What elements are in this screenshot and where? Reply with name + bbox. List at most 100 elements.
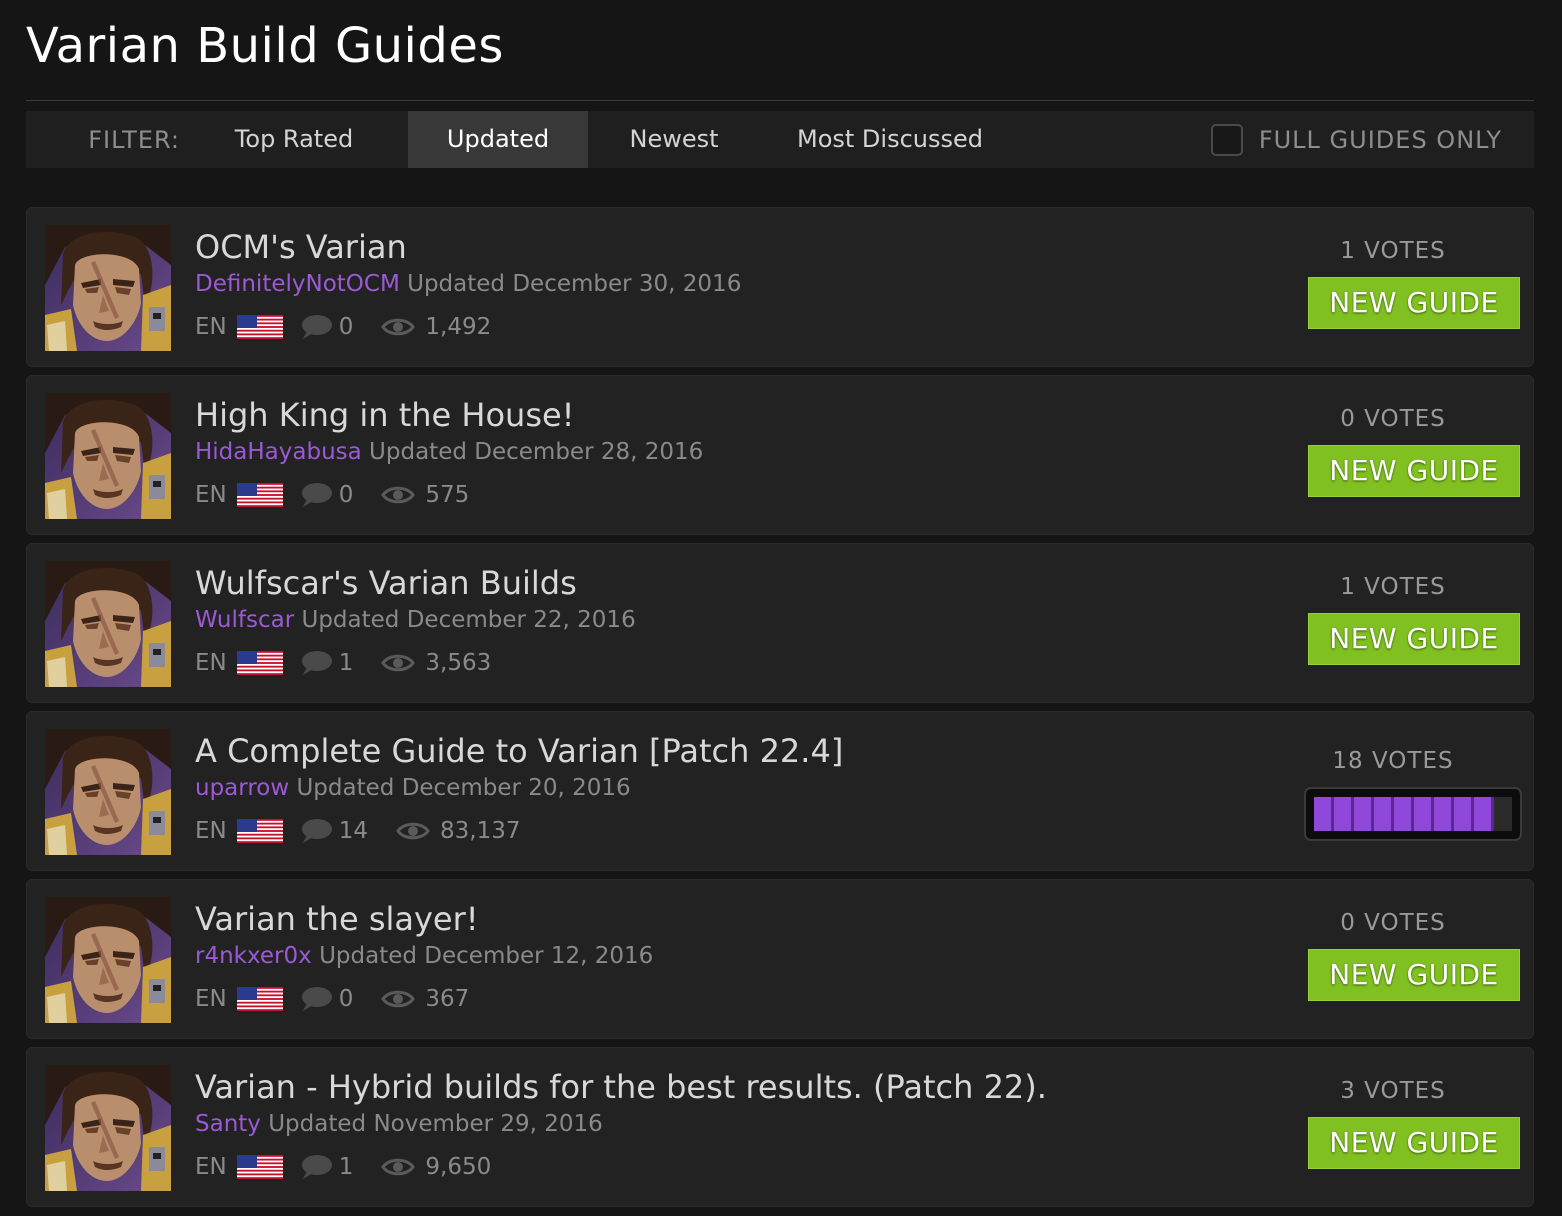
updated-date: December 30, 2016 <box>512 271 742 297</box>
view-count: 3,563 <box>425 650 492 676</box>
guide-title[interactable]: OCM's Varian <box>195 228 407 266</box>
guide-card[interactable]: OCM's Varian DefinitelyNotOCM Updated De… <box>26 207 1534 367</box>
full-guides-toggle[interactable]: FULL GUIDES ONLY <box>1210 111 1502 168</box>
us-flag-icon <box>236 483 299 507</box>
comment-bubble-icon <box>299 314 339 340</box>
vote-count: 0 VOTES <box>1340 406 1446 432</box>
comment-count: 0 <box>338 482 354 508</box>
guide-meta: uparrow Updated December 20, 2016 <box>195 775 631 801</box>
updated-date: December 28, 2016 <box>474 439 704 465</box>
comment-count: 1 <box>338 1154 354 1180</box>
comment-bubble-icon <box>299 482 339 508</box>
guide-author[interactable]: DefinitelyNotOCM <box>195 271 400 297</box>
title-divider <box>26 100 1534 101</box>
rating-fill <box>1314 797 1495 831</box>
guide-stats: EN 0 1,492 <box>195 312 491 342</box>
updated-label: Updated <box>369 439 467 465</box>
guide-author[interactable]: uparrow <box>195 775 289 801</box>
guide-title[interactable]: Wulfscar's Varian Builds <box>195 564 577 602</box>
hero-avatar[interactable] <box>45 729 171 855</box>
comment-bubble-icon <box>299 818 339 844</box>
updated-date: December 20, 2016 <box>401 775 631 801</box>
view-count: 1,492 <box>425 314 492 340</box>
us-flag-icon <box>236 651 299 675</box>
new-guide-badge[interactable]: NEW GUIDE <box>1308 949 1520 1001</box>
new-guide-badge[interactable]: NEW GUIDE <box>1308 613 1520 665</box>
comment-bubble-icon <box>299 1154 339 1180</box>
language-code: EN <box>195 1154 227 1180</box>
language-code: EN <box>195 650 227 676</box>
us-flag-icon <box>236 987 299 1011</box>
updated-label: Updated <box>268 1111 367 1137</box>
guide-author[interactable]: Santy <box>195 1111 261 1137</box>
hero-avatar[interactable] <box>45 1065 171 1191</box>
vote-count: 1 VOTES <box>1340 238 1446 264</box>
guide-card[interactable]: Wulfscar's Varian Builds Wulfscar Update… <box>26 543 1534 703</box>
guide-author[interactable]: HidaHayabusa <box>195 439 362 465</box>
us-flag-icon <box>236 315 299 339</box>
language-code: EN <box>195 482 227 508</box>
view-count: 9,650 <box>425 1154 492 1180</box>
us-flag-icon <box>236 1155 299 1179</box>
new-guide-badge[interactable]: NEW GUIDE <box>1308 445 1520 497</box>
guide-stats: EN 0 367 <box>195 984 469 1014</box>
language-code: EN <box>195 314 227 340</box>
language-code: EN <box>195 818 227 844</box>
guide-meta: Santy Updated November 29, 2016 <box>195 1111 603 1137</box>
eye-icon <box>381 315 425 339</box>
guide-stats: EN 0 575 <box>195 480 469 510</box>
full-guides-checkbox[interactable] <box>1210 123 1243 156</box>
guide-stats: EN 14 83,137 <box>195 816 521 846</box>
updated-label: Updated <box>407 271 506 297</box>
hero-avatar[interactable] <box>45 393 171 519</box>
comment-count: 0 <box>338 986 354 1012</box>
guide-author[interactable]: Wulfscar <box>195 607 294 633</box>
guide-card[interactable]: A Complete Guide to Varian [Patch 22.4] … <box>26 711 1534 871</box>
full-guides-label: FULL GUIDES ONLY <box>1258 125 1502 154</box>
guide-card[interactable]: Varian - Hybrid builds for the best resu… <box>26 1047 1534 1207</box>
hero-avatar[interactable] <box>45 561 171 687</box>
comment-bubble-icon <box>299 986 339 1012</box>
guide-stats: EN 1 3,563 <box>195 648 491 678</box>
view-count: 575 <box>425 482 470 508</box>
filter-bar: FILTER: Top Rated Updated Newest Most Di… <box>26 111 1534 168</box>
guide-title[interactable]: Varian - Hybrid builds for the best resu… <box>195 1068 1047 1106</box>
eye-icon <box>381 987 425 1011</box>
guide-card[interactable]: High King in the House! HidaHayabusa Upd… <box>26 375 1534 535</box>
comment-count: 0 <box>338 314 354 340</box>
us-flag-icon <box>236 819 299 843</box>
tab-top-rated[interactable]: Top Rated <box>180 111 408 168</box>
tab-newest[interactable]: Newest <box>588 111 760 168</box>
updated-label: Updated <box>319 943 417 969</box>
language-code: EN <box>195 986 227 1012</box>
guide-meta: HidaHayabusa Updated December 28, 2016 <box>195 439 703 465</box>
guide-stats: EN 1 9,650 <box>195 1152 491 1182</box>
comment-count: 1 <box>338 650 354 676</box>
filter-label: FILTER: <box>88 125 180 154</box>
vote-count: 3 VOTES <box>1340 1078 1446 1104</box>
guide-meta: r4nkxer0x Updated December 12, 2016 <box>195 943 653 969</box>
tab-updated[interactable]: Updated <box>408 111 588 168</box>
guide-meta: DefinitelyNotOCM Updated December 30, 20… <box>195 271 741 297</box>
vote-count: 1 VOTES <box>1340 574 1446 600</box>
guide-title[interactable]: A Complete Guide to Varian [Patch 22.4] <box>195 732 843 770</box>
eye-icon <box>381 483 425 507</box>
vote-count: 18 VOTES <box>1332 748 1454 774</box>
rating-bar <box>1304 787 1522 841</box>
guide-author[interactable]: r4nkxer0x <box>195 943 312 969</box>
guide-meta: Wulfscar Updated December 22, 2016 <box>195 607 636 633</box>
page-title: Varian Build Guides <box>26 18 504 74</box>
comment-bubble-icon <box>299 650 339 676</box>
new-guide-badge[interactable]: NEW GUIDE <box>1308 277 1520 329</box>
guide-title[interactable]: Varian the slayer! <box>195 900 479 938</box>
view-count: 367 <box>425 986 470 1012</box>
view-count: 83,137 <box>440 818 521 844</box>
updated-label: Updated <box>301 607 400 633</box>
hero-avatar[interactable] <box>45 897 171 1023</box>
guide-title[interactable]: High King in the House! <box>195 396 575 434</box>
guide-card[interactable]: Varian the slayer! r4nkxer0x Updated Dec… <box>26 879 1534 1039</box>
hero-avatar[interactable] <box>45 225 171 351</box>
tab-most-discussed[interactable]: Most Discussed <box>760 111 1020 168</box>
rating-track <box>1314 797 1512 831</box>
new-guide-badge[interactable]: NEW GUIDE <box>1308 1117 1520 1169</box>
